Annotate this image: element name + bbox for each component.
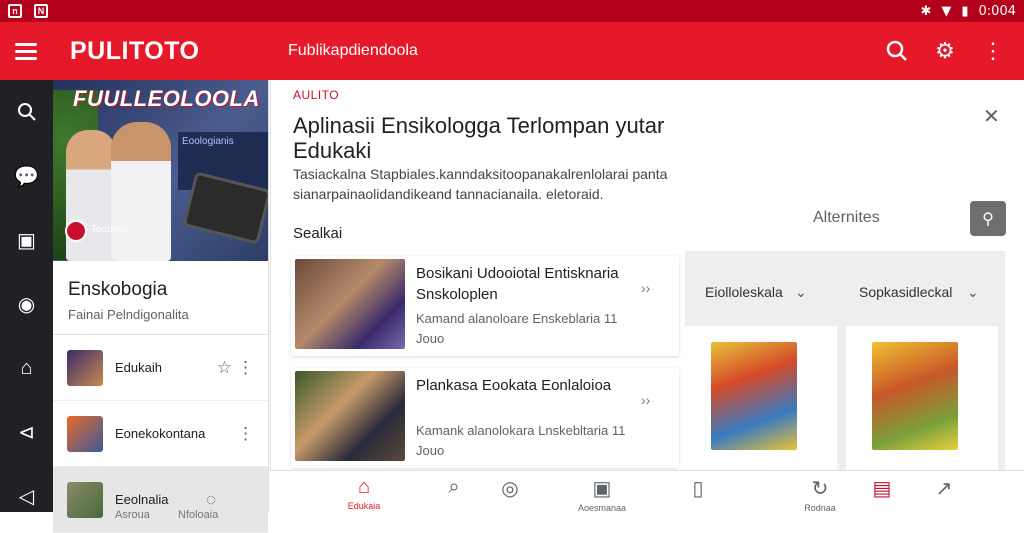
alternatives-grid: Eiolloleskala ⌄ Sopkasidleckal ⌄ (685, 251, 1005, 470)
chevron-down-icon[interactable]: ⌄ (967, 284, 979, 301)
book-cover (872, 342, 958, 450)
nav-item-home[interactable]: ⌂ Edukaia (334, 476, 394, 511)
nav-item-refresh[interactable]: ↻ Rodnaa (790, 476, 850, 513)
location-icon: ◎ (501, 478, 519, 500)
detail-title: Aplinasii Ensikologga Terlompan yutar Ed… (293, 113, 665, 163)
more-vert-icon[interactable]: ⋮ (237, 358, 254, 378)
item-thumbnail (67, 415, 103, 452)
more-vert-icon[interactable]: ⋮ (980, 38, 1006, 64)
nav-item-search[interactable]: ⌕ (424, 476, 484, 499)
more-vert-icon[interactable]: ⋮ (237, 424, 254, 444)
chat-icon[interactable]: 💬 (0, 144, 53, 208)
item-label: Edukaih (115, 360, 162, 375)
card-image (295, 259, 405, 349)
nav-item-open[interactable]: ↗ (914, 476, 974, 501)
list-item[interactable]: Eonekokontana ⋮ (53, 401, 268, 467)
menu-icon[interactable] (0, 22, 52, 80)
item-subtext: Nfoloaia (178, 509, 219, 521)
library-title: Enskobogia (68, 279, 168, 300)
card-subtitle: Kamand alanoloare Enskeblaria 11 Jouo (416, 311, 618, 346)
status-time: 0:004 (978, 3, 1016, 19)
detail-tag: AULITO (293, 88, 340, 102)
person-icon: ⚲ (982, 210, 994, 228)
nav-label: Edukaia (347, 501, 381, 511)
filter-dropdown[interactable]: Sopkasidleckal (859, 284, 952, 300)
library-pane: Eoologianis FUULLEOLOOLA Teouoso Enskobo… (53, 80, 269, 533)
result-card[interactable]: Plankasa Eookata Eonlaloioa Kamank alano… (291, 368, 679, 468)
star-icon[interactable]: ☆ (217, 358, 232, 378)
item-label: Eeolnalia (115, 492, 169, 507)
book-cover (711, 342, 797, 450)
tablet-icon[interactable]: ▣ (0, 208, 53, 272)
list-item[interactable]: Eeolnalia ◌ Asroua Nfoloaia (53, 467, 268, 533)
navigation-rail: 💬 ▣ ◉ ⌂ ⊲ ◁ (0, 80, 53, 512)
search-icon: ⌕ (448, 476, 460, 498)
wifi-icon: ▼ (941, 3, 952, 19)
library-header: Enskobogia Fainai Pelndigonalita (53, 261, 268, 335)
card-image (295, 371, 405, 461)
library-subtitle: Fainai Pelndigonalita (68, 307, 189, 322)
result-card[interactable]: Bosikani Udooiotal Entisknaria Snskolopl… (291, 256, 679, 356)
book-card[interactable] (685, 326, 837, 470)
nav-item-location[interactable]: ◎ (480, 476, 540, 501)
open-icon: ↗ (935, 478, 953, 500)
nav-item-tablet[interactable]: ▣ Aoesmanaa (572, 476, 632, 513)
badge-icon (65, 220, 87, 242)
document-icon: ▤ (872, 478, 892, 500)
book-card[interactable] (846, 326, 998, 470)
hero-logo: FUULLEOLOOLA (73, 86, 260, 111)
bluetooth-icon: ✱ (920, 3, 932, 19)
close-icon[interactable]: ✕ (983, 104, 1000, 129)
section-label: Sealkai (293, 225, 343, 242)
zoom-icon[interactable]: ◉ (0, 272, 53, 336)
hero-image[interactable]: Eoologianis FUULLEOLOOLA Teouoso (53, 80, 268, 261)
home-icon: ⌂ (357, 476, 371, 498)
search-icon[interactable] (884, 38, 910, 64)
person-image (111, 122, 171, 261)
chevron-right-icon[interactable]: ›› (641, 280, 650, 296)
chevron-down-icon[interactable]: ⌄ (795, 284, 807, 301)
badge-text: Teouoso (91, 224, 129, 235)
card-title: Plankasa Eookata Eonlaloioa (416, 377, 612, 394)
tablet-icon: ▣ (592, 478, 612, 500)
detail-panel: AULITO ✕ Aplinasii Ensikologga Terlompan… (270, 80, 1024, 470)
alternatives-label: Alternites (813, 209, 880, 226)
filter-dropdown[interactable]: Eiolloleskala (705, 284, 783, 300)
list-item[interactable]: Edukaih ☆ ⋮ (53, 335, 268, 401)
battery-icon: ▮ (961, 3, 969, 19)
detail-description: Tasiackalna Stapbiales.kanndaksitoopanak… (293, 166, 668, 202)
chevron-right-icon[interactable]: ›› (641, 392, 650, 408)
app-bar: PULITOTO Fublikapdiendoola ⚙ ⋮ (0, 22, 1024, 80)
notification-icon: n (8, 4, 22, 18)
back-icon[interactable]: ⊲ (0, 400, 53, 464)
card-title: Bosikani Udooiotal Entisknaria Snskolopl… (416, 265, 619, 303)
app-brand: PULITOTO (70, 36, 200, 65)
bookmark-icon: ▯ (692, 478, 704, 500)
more-vert-icon[interactable]: ◌ (206, 490, 216, 510)
notification-icon: N (34, 4, 48, 18)
item-subtext: Asroua (115, 509, 150, 521)
share-icon[interactable]: ◁ (0, 464, 53, 528)
library-icon[interactable]: ⌂ (0, 336, 53, 400)
item-thumbnail (67, 349, 103, 386)
refresh-icon: ↻ (811, 478, 829, 500)
nav-item-document[interactable]: ▤ (852, 476, 912, 501)
nav-item-bookmark[interactable]: ▯ (668, 476, 728, 501)
search-icon[interactable] (0, 80, 53, 144)
alternatives-button[interactable]: ⚲ (970, 201, 1006, 236)
card-subtitle: Kamank alanolokara Lnskebltaria 11 Jouo (416, 423, 626, 458)
status-bar: n N ✱ ▼ ▮ 0:004 (0, 0, 1024, 22)
item-thumbnail (67, 481, 103, 518)
app-title: Fublikapdiendoola (288, 42, 418, 59)
bottom-navigation: ⌂ Edukaia ⌕ ◎ ▣ Aoesmanaa ▯ ↻ Rodnaa ▤ ↗ (270, 470, 1024, 513)
settings-icon[interactable]: ⚙ (932, 38, 958, 64)
item-label: Eonekokontana (115, 426, 206, 441)
